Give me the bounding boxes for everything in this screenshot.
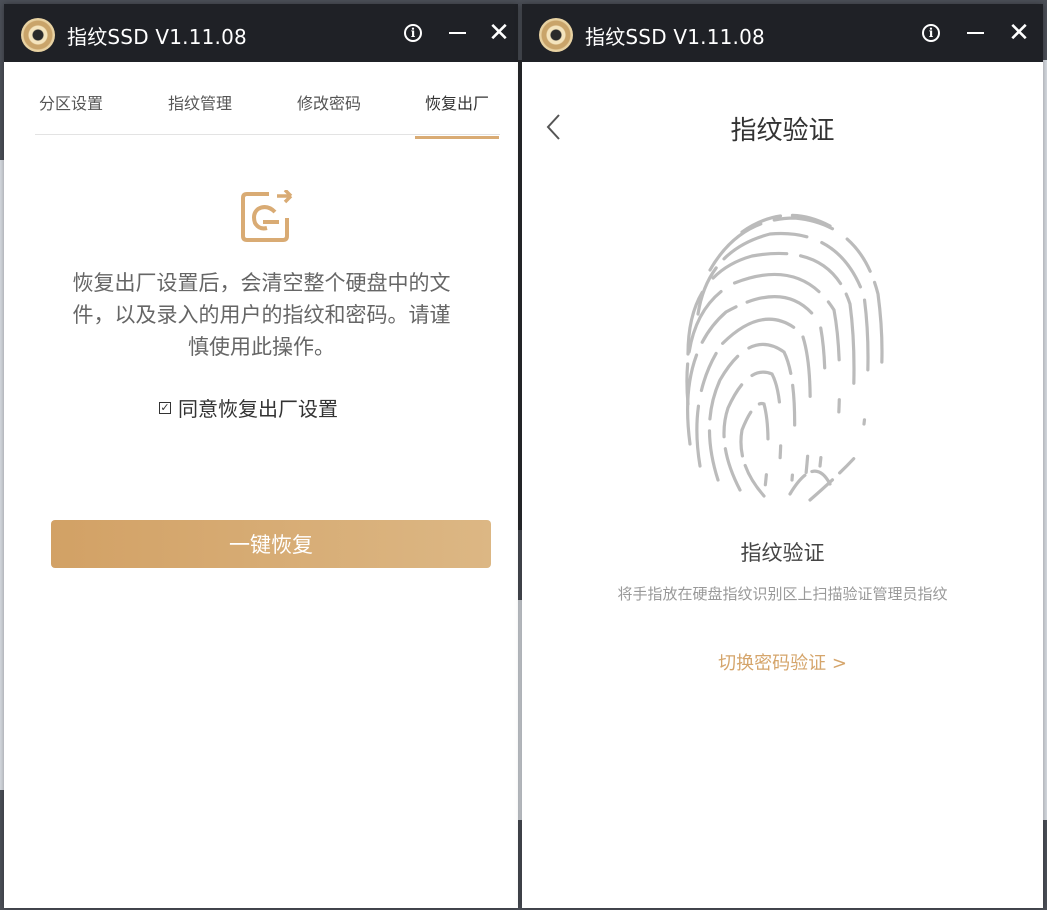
fingerprint-verify-window: 指纹SSD V1.11.08 i ✕ 指纹验证 指纹验证 将手指放在硬盘指纹识别… xyxy=(522,4,1043,908)
title-bar[interactable]: 指纹SSD V1.11.08 i ✕ xyxy=(4,4,518,62)
close-button[interactable]: ✕ xyxy=(486,20,512,46)
factory-reset-window: 指纹SSD V1.11.08 i ✕ 分区设置 指纹管理 修改密码 恢复出厂 恢… xyxy=(4,4,518,908)
background-window-edge xyxy=(1043,60,1047,820)
minimize-icon xyxy=(448,32,466,34)
app-title: 指纹SSD V1.11.08 xyxy=(585,25,765,49)
reset-icon xyxy=(239,188,295,248)
info-icon: i xyxy=(922,24,940,42)
fingerprint-icon xyxy=(680,204,890,508)
agree-checkbox-row[interactable]: ✓ 同意恢复出厂设置 xyxy=(159,393,338,422)
close-button[interactable]: ✕ xyxy=(1006,20,1032,46)
one-click-reset-button[interactable]: 一键恢复 xyxy=(51,520,491,568)
fingerprint-caption: 指纹验证 xyxy=(740,541,825,565)
info-button[interactable]: i xyxy=(400,20,426,46)
info-icon: i xyxy=(404,24,422,42)
minimize-icon xyxy=(966,32,984,34)
close-icon: ✕ xyxy=(488,18,510,48)
switch-password-verify-link[interactable]: 切换密码验证 > xyxy=(522,649,1043,675)
warning-text: 恢复出厂设置后，会清空整个硬盘中的文件，以及录入的用户的指纹和密码。请谨慎使用此… xyxy=(72,271,451,359)
tab-fingerprint-management[interactable]: 指纹管理 xyxy=(163,86,237,136)
title-bar[interactable]: 指纹SSD V1.11.08 i ✕ xyxy=(522,4,1043,62)
minimize-button[interactable] xyxy=(962,20,988,46)
fingerprint-hint: 将手指放在硬盘指纹识别区上扫描验证管理员指纹 xyxy=(617,585,948,603)
minimize-button[interactable] xyxy=(444,20,470,46)
tab-change-password[interactable]: 修改密码 xyxy=(292,86,366,136)
tab-partition-settings[interactable]: 分区设置 xyxy=(35,86,107,136)
agree-label[interactable]: 同意恢复出厂设置 xyxy=(178,393,338,422)
page-title: 指纹验证 xyxy=(730,116,835,146)
tab-factory-reset[interactable]: 恢复出厂 xyxy=(415,86,499,139)
agree-checkbox[interactable]: ✓ xyxy=(159,401,171,414)
app-logo-icon xyxy=(21,18,55,52)
close-icon: ✕ xyxy=(1008,18,1030,48)
app-logo-icon xyxy=(539,18,573,52)
app-title: 指纹SSD V1.11.08 xyxy=(67,25,247,49)
info-button[interactable]: i xyxy=(918,20,944,46)
tab-bar: 分区设置 指纹管理 修改密码 恢复出厂 xyxy=(35,86,500,139)
